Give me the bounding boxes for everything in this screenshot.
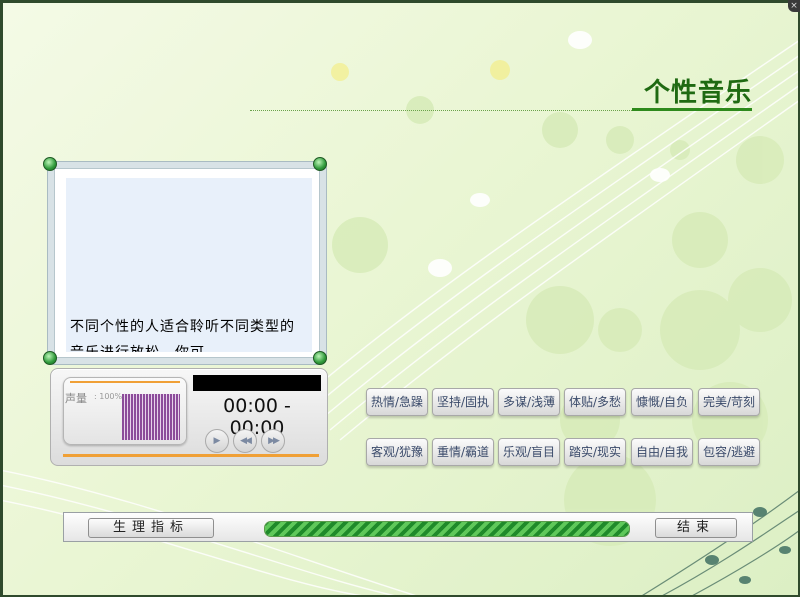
bottom-toolbar: 生理指标 结束 [63,512,753,542]
play-icon[interactable]: ▶ [205,429,229,453]
tag-button[interactable]: 体贴/多愁 [564,388,626,416]
title-underline [632,108,752,111]
panel-corner-knob [43,351,57,365]
tag-button[interactable]: 慷慨/自负 [631,388,693,416]
volume-control[interactable]: 声量 : 100% [63,377,187,445]
description-panel: 不同个性的人适合聆听不同类型的音乐进行放松。你可 [48,162,326,364]
session-progress-fill [265,522,629,536]
panel-corner-knob [313,351,327,365]
description-text: 不同个性的人适合聆听不同类型的音乐进行放松。你可 [70,319,295,352]
rewind-icon[interactable]: ◀◀ [233,429,257,453]
tag-button[interactable]: 坚持/固执 [432,388,494,416]
fast-forward-icon[interactable]: ▶▶ [261,429,285,453]
tag-button[interactable]: 客观/犹豫 [366,438,428,466]
tag-button[interactable]: 热情/急躁 [366,388,428,416]
panel-corner-knob [313,157,327,171]
description-scroll-area[interactable]: 不同个性的人适合聆听不同类型的音乐进行放松。你可 [66,178,312,352]
volume-value: : 100% [94,392,123,401]
end-button[interactable]: 结束 [655,518,737,538]
tag-button[interactable]: 完美/苛刻 [698,388,760,416]
page-title: 个性音乐 [643,78,752,108]
volume-label: 声量 [65,392,87,405]
panel-corner-knob [43,157,57,171]
tag-button[interactable]: 重情/霸道 [432,438,494,466]
player-display [193,375,321,391]
tag-button[interactable]: 自由/自我 [631,438,693,466]
volume-accent-bar [70,381,180,383]
tag-button[interactable]: 乐观/盲目 [498,438,560,466]
volume-bars[interactable] [122,394,180,440]
close-icon[interactable]: × [788,0,800,12]
tag-button[interactable]: 多谋/浅薄 [498,388,560,416]
session-progress-bar [264,521,630,537]
physiological-indicators-button[interactable]: 生理指标 [88,518,214,538]
player-progress-bar[interactable] [63,454,319,457]
tag-button[interactable]: 包容/逃避 [698,438,760,466]
media-player: 声量 : 100% 00:00 - 00:00 ▶ ◀◀ ▶▶ [50,368,328,466]
tag-button[interactable]: 踏实/现实 [564,438,626,466]
